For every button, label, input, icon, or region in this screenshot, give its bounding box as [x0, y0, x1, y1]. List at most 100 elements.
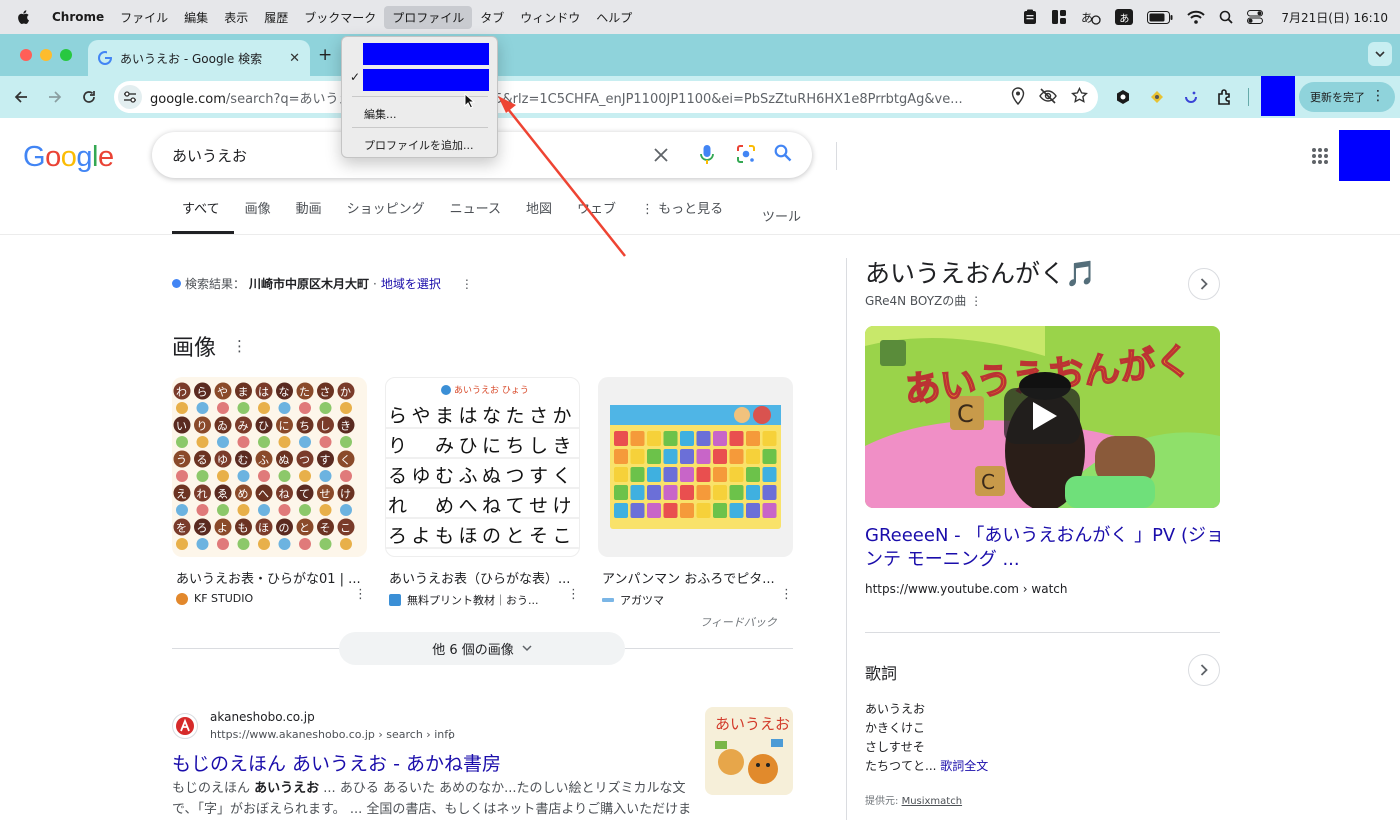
image-thumbnail-hiragana-chart[interactable]: わらやまはなたさかいりゐみひにちしきうるゆむふぬつすくえれゑめへねてせけをろよも…	[172, 377, 367, 557]
update-chrome-button[interactable]: 更新を完了 ⋮	[1299, 82, 1395, 112]
image-thumbnail-hiragana-table[interactable]: あいうえお ひょうらやまはなたさかり みひにちしきるゆむふぬつすくれ めへねてせ…	[385, 377, 580, 557]
result-breadcrumb[interactable]: https://www.akaneshobo.co.jp › search › …	[210, 728, 455, 741]
extension-smile-button[interactable]	[1180, 86, 1202, 108]
image-result-card[interactable]: わらやまはなたさかいりゐみひにちしきうるゆむふぬつすくえれゑめへねてせけをろよも…	[172, 377, 367, 605]
tools-button[interactable]: ツール	[762, 206, 801, 225]
tab-videos[interactable]: 動画	[296, 198, 322, 234]
tab-more[interactable]: ⋮ もっと見る	[641, 198, 723, 234]
back-button[interactable]	[10, 86, 32, 108]
tab-web[interactable]: ウェブ	[577, 198, 616, 234]
menu-item-edit-profile[interactable]: 編集...	[364, 106, 397, 122]
tab-news[interactable]: ニュース	[450, 198, 501, 234]
menu-profile[interactable]: プロファイル	[384, 5, 473, 29]
chrome-menu-kebab-icon[interactable]: ⋮	[1371, 88, 1385, 104]
battery-icon[interactable]	[1147, 10, 1173, 24]
knowledge-panel-expand-button[interactable]	[1188, 268, 1220, 300]
musixmatch-link[interactable]: Musixmatch	[902, 796, 963, 807]
tab-images[interactable]: 画像	[245, 198, 271, 234]
image-caption[interactable]: アンパンマン おふろでピタ...	[598, 568, 788, 587]
akaneshobo-favicon[interactable]	[172, 713, 198, 739]
menu-item-add-profile[interactable]: プロファイルを追加...	[364, 137, 474, 153]
search-icon[interactable]	[774, 144, 792, 162]
google-logo[interactable]: Google	[23, 141, 114, 174]
video-title-link[interactable]: GReeeeN - 「あいうえおんがく 」PV (ジョンテ モーニング ...	[865, 524, 1225, 572]
full-lyrics-link[interactable]: 歌詞全文	[940, 759, 988, 773]
image-card-kebab-icon[interactable]: ⋮	[780, 587, 793, 602]
star-icon[interactable]	[1071, 87, 1088, 104]
image-caption[interactable]: あいうえお表（ひらがな表）...	[385, 568, 575, 587]
menu-bookmarks[interactable]: ブックマーク	[296, 6, 384, 29]
control-center-icon[interactable]	[1247, 10, 1264, 24]
location-kebab-icon[interactable]: ⋮	[461, 277, 473, 291]
image-thumbnail-anpanman-bath-chart[interactable]	[598, 377, 793, 557]
location-icon[interactable]	[1011, 87, 1025, 105]
window-close-button[interactable]	[20, 49, 32, 61]
extensions-menu-button[interactable]	[1214, 86, 1236, 108]
choose-area-link[interactable]: 地域を選択	[381, 275, 441, 292]
image-source[interactable]: アガツマ	[598, 592, 793, 608]
eye-off-icon[interactable]	[1039, 87, 1057, 105]
menu-tab[interactable]: タブ	[472, 6, 512, 29]
site-info-button[interactable]	[118, 85, 142, 109]
clipboard-icon[interactable]	[1023, 9, 1037, 25]
profile-avatar-redacted[interactable]	[1261, 76, 1295, 116]
image-source[interactable]: 無料プリント教材｜おう...	[385, 592, 580, 608]
reload-button[interactable]	[78, 86, 100, 108]
image-card-kebab-icon[interactable]: ⋮	[567, 587, 580, 602]
wifi-icon[interactable]	[1187, 10, 1206, 24]
images-kebab-icon[interactable]: ⋮	[232, 337, 247, 355]
knowledge-panel-subtitle[interactable]: GRe4N BOYZの曲 ⋮	[865, 292, 982, 309]
forward-icon	[49, 91, 62, 103]
menu-history[interactable]: 履歴	[256, 6, 296, 29]
feedback-link[interactable]: フィードバック	[700, 614, 777, 630]
menu-bar-clock[interactable]: 7月21日(日) 16:10	[1281, 9, 1388, 26]
window-zoom-button[interactable]	[60, 49, 72, 61]
tab-all[interactable]: すべて	[172, 198, 234, 234]
result-title-link[interactable]: もじのえほん あいうえお - あかね書房	[172, 749, 501, 776]
tab-shopping[interactable]: ショッピング	[347, 198, 425, 234]
result-kebab-icon[interactable]: ⋮	[444, 727, 456, 741]
result-thumbnail-book-cover[interactable]: あいうえお	[705, 707, 793, 795]
tab-search-button[interactable]	[1368, 42, 1392, 66]
address-bar[interactable]: google.com/search?q=あいうえお&sca_esv=d172d7…	[114, 81, 1098, 113]
video-url[interactable]: https://www.youtube.com › watch	[865, 582, 1067, 596]
address-url[interactable]: google.com/search?q=あいうえお&sca_esv=d172d7…	[150, 88, 1000, 107]
mic-icon[interactable]	[700, 144, 714, 166]
clear-icon[interactable]	[652, 146, 670, 164]
image-result-card[interactable]: アンパンマン おふろでピタ... アガツマ ⋮	[598, 377, 793, 608]
menu-window[interactable]: ウィンドウ	[512, 6, 588, 29]
google-favicon	[98, 51, 112, 65]
menu-file[interactable]: ファイル	[112, 6, 176, 29]
image-caption[interactable]: あいうえお表・ひらがな01 | ...	[172, 568, 362, 587]
more-images-button[interactable]: 他 6 個の画像	[339, 632, 625, 665]
menu-app-name[interactable]: Chrome	[44, 7, 112, 27]
profile-entry-redacted-1[interactable]	[363, 43, 489, 65]
extension-honey-button[interactable]	[1146, 86, 1168, 108]
menu-edit[interactable]: 編集	[176, 6, 216, 29]
profile-entry-redacted-2[interactable]	[363, 69, 489, 91]
lens-icon[interactable]	[736, 144, 756, 164]
google-account-avatar-redacted[interactable]	[1339, 130, 1390, 181]
apps-grid-icon[interactable]	[1311, 147, 1329, 165]
lyrics-expand-button[interactable]	[1188, 654, 1220, 686]
tab-maps[interactable]: 地図	[526, 198, 552, 234]
menu-help[interactable]: ヘルプ	[588, 6, 640, 29]
menu-view[interactable]: 表示	[216, 6, 256, 29]
tab-google-search[interactable]: あいうえお - Google 検索 ✕	[88, 40, 310, 76]
music-video-thumbnail[interactable]: C C あいうえおんがく	[865, 326, 1220, 508]
tab-close-icon[interactable]: ✕	[289, 51, 300, 66]
image-result-card[interactable]: あいうえお ひょうらやまはなたさかり みひにちしきるゆむふぬつすくれ めへねてせ…	[385, 377, 580, 608]
image-card-kebab-icon[interactable]: ⋮	[354, 587, 367, 602]
window-layout-icon[interactable]	[1051, 9, 1067, 25]
forward-button[interactable]	[44, 86, 66, 108]
new-tab-button[interactable]: +	[318, 45, 332, 65]
image-source[interactable]: KF STUDIO	[172, 592, 367, 605]
apple-icon[interactable]	[16, 9, 30, 25]
window-minimize-button[interactable]	[40, 49, 52, 61]
input-source-icon[interactable]: あ	[1081, 9, 1101, 25]
spotlight-icon[interactable]	[1219, 10, 1233, 24]
extension-hex-button[interactable]	[1112, 86, 1134, 108]
result-site-name[interactable]: akaneshobo.co.jp	[210, 710, 315, 724]
ime-indicator[interactable]: あ	[1115, 9, 1134, 25]
search-input[interactable]: あいうえお	[172, 145, 247, 166]
